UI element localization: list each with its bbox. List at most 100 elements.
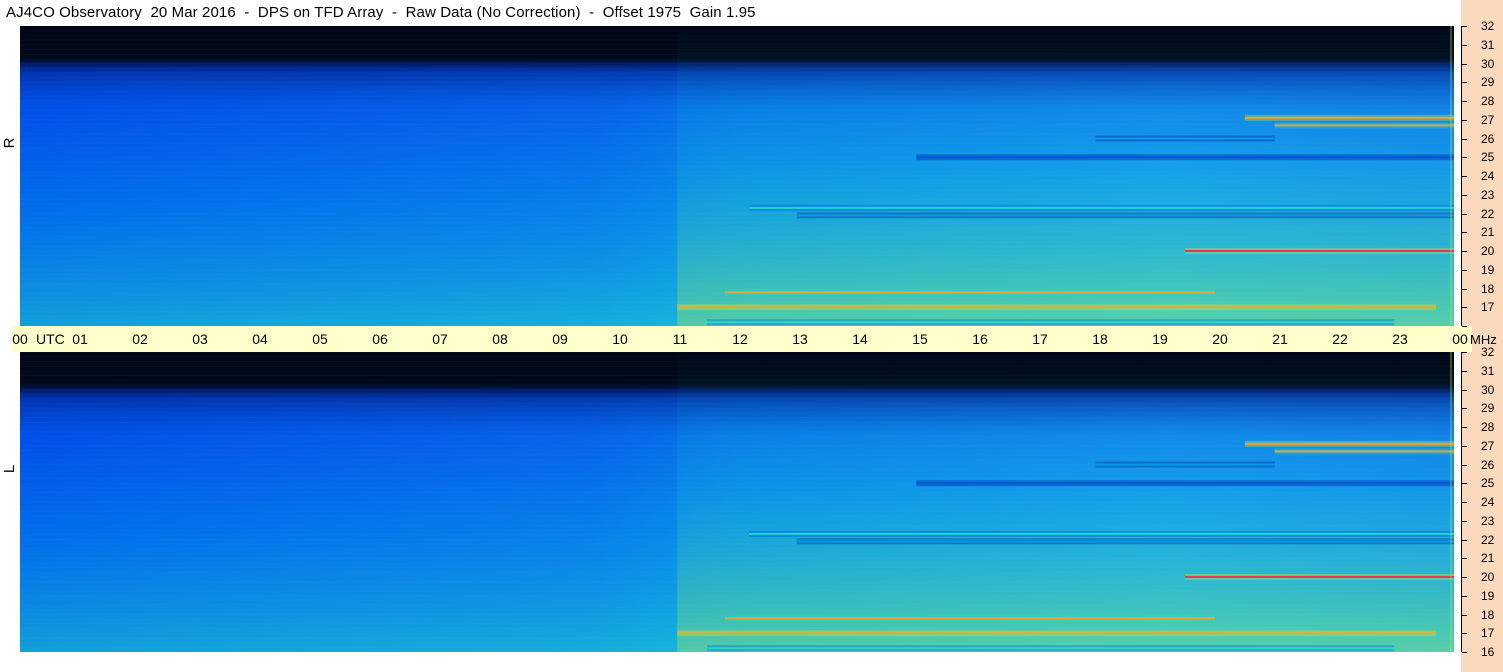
frequency-tick [1462,176,1467,177]
frequency-tick [1462,633,1467,634]
time-tick-label: 06 [372,331,388,347]
utc-time-axis: 00 01 02 03 04 05 06 07 08 09 10 11 12 13 14 15 16 17 18 19… [12,326,1472,352]
time-tick-label: 20 [1212,331,1228,347]
rcp-spectrogram-panel [20,26,1454,326]
interference-line [1244,442,1454,445]
lcp-polarization-label: L C P [1,464,86,475]
frequency-tick-label: 23 [1481,513,1495,528]
time-tick-label: 03 [192,331,208,347]
frequency-tick-label: 30 [1481,56,1495,71]
time-tick-label: 22 [1332,331,1348,347]
frequency-tick [1462,371,1467,372]
frequency-tick [1462,45,1467,46]
interference-line [796,540,1454,543]
frequency-tick [1462,232,1467,233]
frequency-tick-label: 31 [1481,37,1495,52]
frequency-tick [1462,120,1467,121]
frequency-tick-label: 25 [1481,476,1495,491]
time-tick-label: 10 [612,331,628,347]
frequency-tick-label: 32 [1481,19,1495,33]
x-axis-label: UTC [36,331,65,347]
frequency-tick-label: 32 [1481,345,1495,359]
frequency-tick-label: 18 [1481,607,1495,622]
frequency-tick-label: 26 [1481,131,1495,146]
time-tick-label: 13 [792,331,808,347]
frequency-tick-label: 28 [1481,420,1495,434]
frequency-tick [1462,465,1467,466]
time-tick-label: 02 [132,331,148,347]
frequency-tick-label: 26 [1481,457,1495,472]
frequency-tick [1462,427,1467,428]
frequency-tick [1462,26,1467,27]
frequency-tick [1462,307,1467,308]
frequency-tick-label: 20 [1481,570,1495,584]
rcp-spectrogram [20,26,1454,326]
frequency-tick [1462,502,1467,503]
frequency-tick [1462,408,1467,409]
time-tick-label: 01 [72,331,88,347]
frequency-tick [1462,558,1467,559]
time-tick-label: 09 [552,331,568,347]
time-tick-label: 07 [432,331,448,347]
frequency-tick [1462,352,1467,353]
frequency-tick-label: 27 [1481,112,1495,127]
interference-line [1244,116,1454,119]
lcp-spectrogram-panel [20,352,1454,652]
frequency-tick-label: 17 [1481,626,1495,641]
time-tick-label: 23 [1392,331,1408,347]
time-tick-label: 00 [1452,331,1468,347]
time-tick-label: 00 [12,331,28,347]
time-tick-label: 05 [312,331,328,347]
time-tick-label: 08 [492,331,508,347]
time-tick-label: 04 [252,331,268,347]
lcp-spectrogram [20,352,1454,652]
frequency-tick [1462,251,1467,252]
time-tick-label: 16 [972,331,988,347]
frequency-tick-label: 20 [1481,244,1495,258]
frequency-tick-label: 21 [1481,225,1495,240]
frequency-tick [1462,101,1467,102]
frequency-tick-label: 27 [1481,438,1495,453]
frequency-tick [1462,596,1467,597]
frequency-tick [1462,483,1467,484]
time-tick-label: 15 [912,331,928,347]
frequency-tick-label: 21 [1481,551,1495,566]
frequency-tick [1462,289,1467,290]
frequency-tick-label: 29 [1481,75,1495,90]
time-tick-label: 18 [1092,331,1108,347]
frequency-tick-label: 18 [1481,281,1495,296]
frequency-tick [1462,64,1467,65]
frequency-tick-label: 16 [1481,645,1495,659]
chart-title: AJ4CO Observatory 20 Mar 2016 - DPS on T… [6,4,756,21]
frequency-tick [1462,652,1467,653]
time-tick-label: 19 [1152,331,1168,347]
frequency-tick [1462,577,1467,578]
rcp-polarization-label: R C P [1,137,86,149]
time-tick-label: 12 [732,331,748,347]
frequency-tick-label: 17 [1481,300,1495,315]
frequency-tick [1462,540,1467,541]
frequency-tick-label: 29 [1481,401,1495,416]
frequency-tick-label: 24 [1481,495,1495,509]
frequency-tick-label: 30 [1481,382,1495,397]
frequency-tick [1462,195,1467,196]
time-tick-label: 14 [852,331,868,347]
frequency-tick-label: 23 [1481,187,1495,202]
frequency-tick-label: 25 [1481,150,1495,165]
frequency-tick [1462,139,1467,140]
frequency-tick [1462,157,1467,158]
frequency-tick [1462,270,1467,271]
frequency-tick [1462,326,1467,327]
frequency-tick-label: 22 [1481,532,1495,547]
frequency-tick-label: 24 [1481,169,1495,183]
frequency-tick-label: 31 [1481,363,1495,378]
frequency-tick-label: 19 [1481,588,1495,603]
frequency-tick-label: 19 [1481,262,1495,277]
frequency-tick [1462,214,1467,215]
frequency-tick [1462,521,1467,522]
time-tick-label: 21 [1272,331,1288,347]
frequency-tick-label: 22 [1481,206,1495,221]
frequency-tick [1462,615,1467,616]
frequency-tick [1462,390,1467,391]
time-tick-label: 17 [1032,331,1048,347]
